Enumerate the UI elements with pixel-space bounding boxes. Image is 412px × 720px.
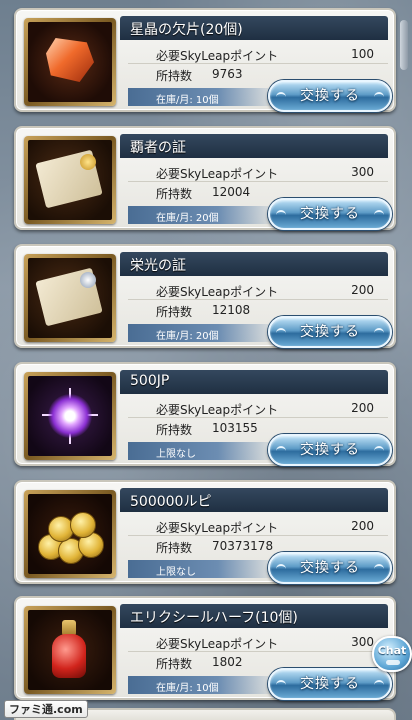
chat-button[interactable]: Chat [372, 636, 412, 672]
stock-text: 在庫/月: 20個 [156, 213, 219, 224]
item-title-bar: 星晶の欠片(20個) [120, 16, 388, 40]
glory-proof-icon [28, 258, 112, 338]
stock-bar: 上限なし [128, 442, 278, 460]
champion-proof-icon [28, 140, 112, 220]
required-points-row: 必要SkyLeapポイント 100 [128, 46, 388, 64]
item-thumbnail [24, 606, 116, 694]
exchange-button[interactable]: 交換する [268, 198, 392, 230]
stock-text: 在庫/月: 10個 [156, 95, 219, 106]
item-thumbnail [24, 490, 116, 578]
item-thumbnail [24, 136, 116, 224]
stock-bar: 上限なし [128, 560, 278, 578]
owned-value: 1802 [212, 655, 243, 669]
required-points-value: 300 [351, 165, 374, 179]
required-points-label: 必要SkyLeapポイント [156, 637, 279, 651]
item-title-bar: エリクシールハーフ(10個) [120, 604, 388, 628]
item-title-bar: 500JP [120, 370, 388, 394]
owned-label: 所持数 [156, 187, 193, 201]
stock-text: 在庫/月: 10個 [156, 683, 219, 694]
owned-label: 所持数 [156, 423, 193, 437]
item-title-bar: 覇者の証 [120, 134, 388, 158]
item-name: 星晶の欠片(20個) [130, 22, 243, 38]
item-name: 500000ルピ [130, 494, 212, 510]
crystal-fragment-icon [28, 22, 112, 102]
stock-text: 上限なし [156, 567, 196, 578]
owned-value: 103155 [212, 421, 258, 435]
item-thumbnail [24, 254, 116, 342]
rupie-coins-icon [28, 494, 112, 574]
owned-label: 所持数 [156, 69, 193, 83]
exchange-button[interactable]: 交換する [268, 80, 392, 112]
exchange-item-card: 星晶の欠片(20個) 必要SkyLeapポイント 100 所持数 9763 在庫… [14, 8, 396, 112]
required-points-label: 必要SkyLeapポイント [156, 167, 279, 181]
required-points-row: 必要SkyLeapポイント 200 [128, 282, 388, 300]
item-thumbnail [24, 372, 116, 460]
chat-label: Chat [377, 644, 407, 657]
owned-value: 12108 [212, 303, 251, 317]
item-name: 栄光の証 [130, 258, 186, 274]
stock-bar: 在庫/月: 10個 [128, 676, 278, 694]
watermark-logo: ファミ通.com [4, 700, 88, 718]
required-points-label: 必要SkyLeapポイント [156, 403, 279, 417]
stock-bar: 在庫/月: 10個 [128, 88, 278, 106]
exchange-item-card: エリクシールハーフ(10個) 必要SkyLeapポイント 300 所持数 180… [14, 596, 396, 700]
stock-bar: 在庫/月: 20個 [128, 206, 278, 224]
required-points-value: 200 [351, 519, 374, 533]
item-title-bar: 500000ルピ [120, 488, 388, 512]
required-points-label: 必要SkyLeapポイント [156, 285, 279, 299]
owned-value: 70373178 [212, 539, 274, 553]
item-name: 500JP [130, 373, 170, 389]
scrollbar-handle[interactable] [400, 20, 408, 70]
required-points-row: 必要SkyLeapポイント 300 [128, 164, 388, 182]
exchange-button[interactable]: 交換する [268, 434, 392, 466]
item-thumbnail [24, 18, 116, 106]
required-points-row: 必要SkyLeapポイント 300 [128, 634, 388, 652]
owned-value: 12004 [212, 185, 251, 199]
required-points-value: 300 [351, 635, 374, 649]
owned-label: 所持数 [156, 541, 193, 555]
item-title-bar: 栄光の証 [120, 252, 388, 276]
exchange-item-list[interactable]: 星晶の欠片(20個) 必要SkyLeapポイント 100 所持数 9763 在庫… [0, 0, 412, 720]
exchange-item-card: 覇者の証 必要SkyLeapポイント 300 所持数 12004 在庫/月: 2… [14, 126, 396, 230]
required-points-value: 200 [351, 401, 374, 415]
exchange-item-card: 栄光の証 必要SkyLeapポイント 200 所持数 12108 在庫/月: 2… [14, 244, 396, 348]
required-points-value: 100 [351, 47, 374, 61]
required-points-label: 必要SkyLeapポイント [156, 521, 279, 535]
stock-bar: 在庫/月: 20個 [128, 324, 278, 342]
owned-value: 9763 [212, 67, 243, 81]
owned-label: 所持数 [156, 305, 193, 319]
elixir-half-icon [28, 610, 112, 690]
jp-orb-icon [28, 376, 112, 456]
item-name: 覇者の証 [130, 140, 186, 156]
stock-text: 在庫/月: 20個 [156, 331, 219, 342]
exchange-item-card: 500000ルピ 必要SkyLeapポイント 200 所持数 70373178 … [14, 480, 396, 584]
required-points-value: 200 [351, 283, 374, 297]
exchange-button[interactable]: 交換する [268, 316, 392, 348]
exchange-button[interactable]: 交換する [268, 668, 392, 700]
chat-bubble-icon [386, 660, 400, 665]
required-points-row: 必要SkyLeapポイント 200 [128, 400, 388, 418]
exchange-item-card: 500JP 必要SkyLeapポイント 200 所持数 103155 上限なし … [14, 362, 396, 466]
required-points-row: 必要SkyLeapポイント 200 [128, 518, 388, 536]
stock-text: 上限なし [156, 449, 196, 460]
owned-label: 所持数 [156, 657, 193, 671]
required-points-label: 必要SkyLeapポイント [156, 49, 279, 63]
item-name: エリクシールハーフ(10個) [130, 610, 298, 626]
exchange-button[interactable]: 交換する [268, 552, 392, 584]
